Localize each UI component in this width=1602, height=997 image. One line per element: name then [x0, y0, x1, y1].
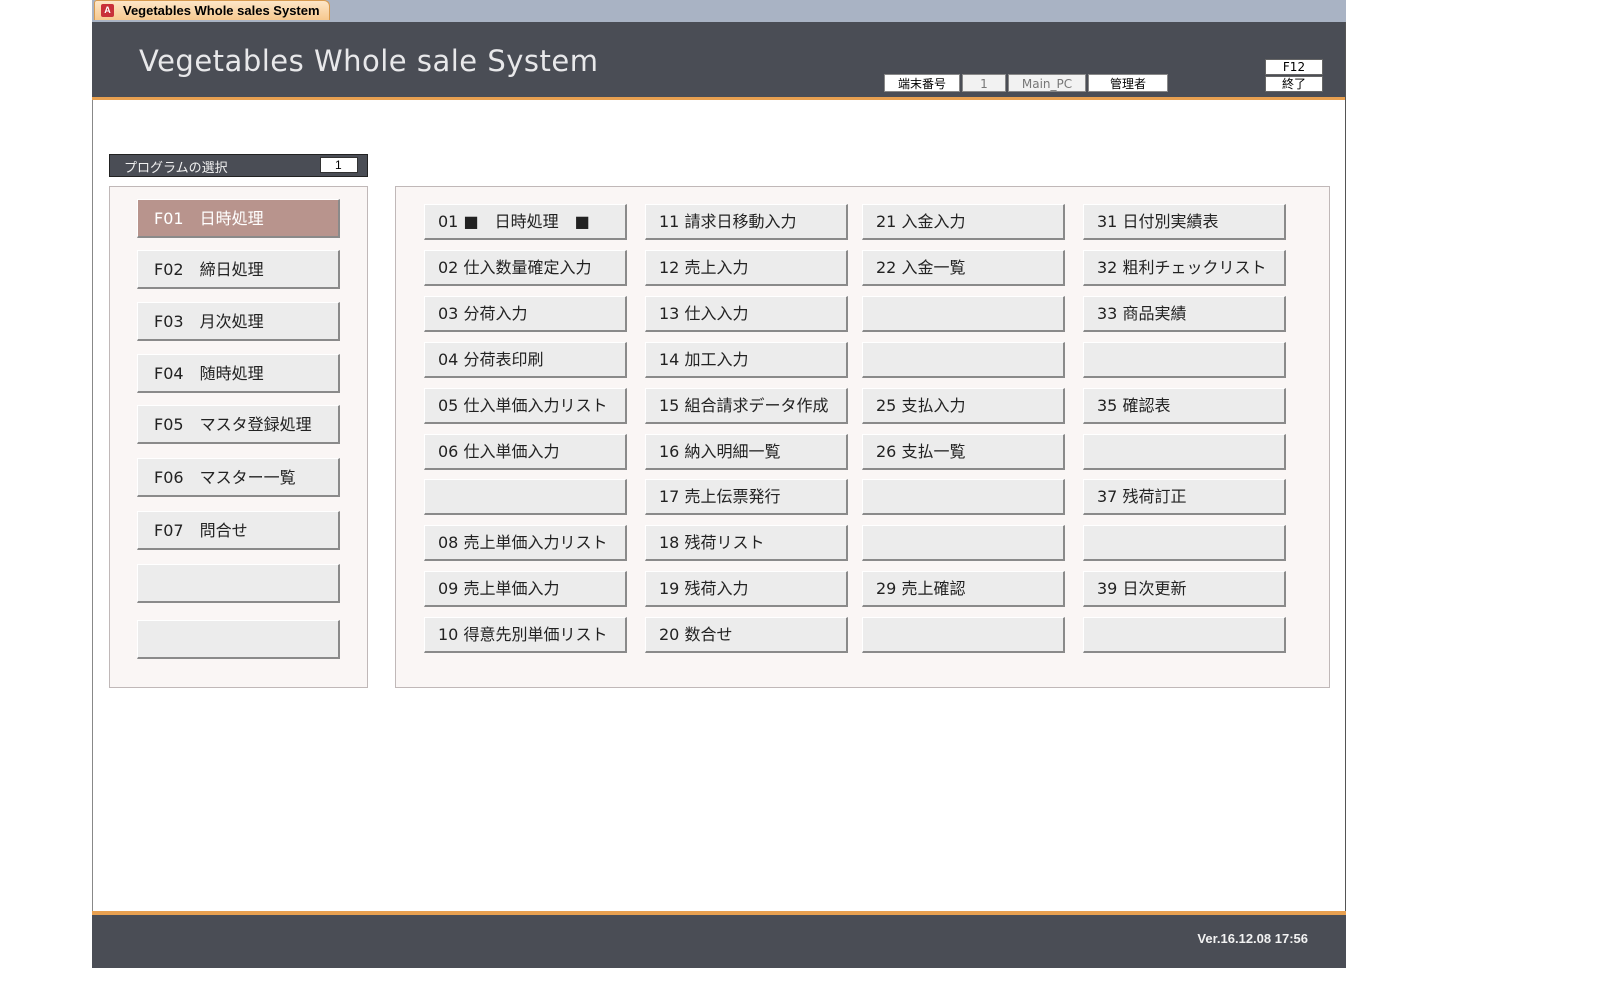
- program-button[interactable]: 03 分荷入力: [424, 296, 627, 332]
- machine-name: Main_PC: [1008, 74, 1086, 92]
- program-button[interactable]: 26 支払一覧: [862, 434, 1065, 470]
- program-button[interactable]: 31 日付別実績表: [1083, 204, 1286, 240]
- document-tab-title: Vegetables Whole sales System: [123, 3, 320, 18]
- program-grid-panel: 01 ■ 日時処理 ■ 11 請求日移動入力 21 入金入力 31 日付別実績表 02 …: [395, 186, 1330, 688]
- app-footer: Ver.16.12.08 17:56: [92, 911, 1346, 968]
- category-button[interactable]: F07 問合せ: [137, 511, 340, 550]
- category-button[interactable]: [137, 620, 340, 659]
- program-button[interactable]: 05 仕入単価入力リスト: [424, 388, 627, 424]
- program-button[interactable]: 29 売上確認: [862, 571, 1065, 607]
- program-button[interactable]: [862, 479, 1065, 515]
- program-button[interactable]: 18 残荷リスト: [645, 525, 848, 561]
- program-button[interactable]: 20 数合せ: [645, 617, 848, 653]
- program-button[interactable]: 12 売上入力: [645, 250, 848, 286]
- program-button[interactable]: 02 仕入数量確定入力: [424, 250, 627, 286]
- program-button[interactable]: 06 仕入単価入力: [424, 434, 627, 470]
- program-button[interactable]: [1083, 434, 1286, 470]
- version-label: Ver.16.12.08 17:56: [1197, 931, 1308, 946]
- app-header: Vegetables Whole sale System 端末番号 1 Main…: [92, 22, 1346, 100]
- program-select-bar: プログラムの選択 1: [109, 154, 368, 177]
- frame-border-right: [1345, 22, 1346, 968]
- program-button[interactable]: [424, 479, 627, 515]
- program-button[interactable]: 16 納入明細一覧: [645, 434, 848, 470]
- program-button[interactable]: 10 得意先別単価リスト: [424, 617, 627, 653]
- program-button[interactable]: 35 確認表: [1083, 388, 1286, 424]
- category-button[interactable]: F01 日時処理: [137, 199, 340, 238]
- program-button[interactable]: 13 仕入入力: [645, 296, 848, 332]
- app-window: A Vegetables Whole sales System Vegetabl…: [92, 0, 1346, 968]
- program-button[interactable]: 19 残荷入力: [645, 571, 848, 607]
- category-button[interactable]: [137, 564, 340, 603]
- document-tab-strip: A Vegetables Whole sales System: [92, 0, 1346, 22]
- document-tab[interactable]: A Vegetables Whole sales System: [94, 0, 330, 20]
- program-button[interactable]: 11 請求日移動入力: [645, 204, 848, 240]
- program-button[interactable]: [862, 617, 1065, 653]
- terminal-label: 端末番号: [884, 74, 960, 92]
- user-role: 管理者: [1088, 74, 1168, 92]
- program-select-input[interactable]: 1: [320, 157, 358, 173]
- category-button[interactable]: F02 締日処理: [137, 250, 340, 289]
- program-button[interactable]: 25 支払入力: [862, 388, 1065, 424]
- exit-label: 終了: [1265, 76, 1323, 92]
- program-button[interactable]: [1083, 617, 1286, 653]
- category-button[interactable]: F05 マスタ登録処理: [137, 405, 340, 444]
- app-title: Vegetables Whole sale System: [139, 44, 599, 78]
- category-panel: F01 日時処理 F02 締日処理 F03 月次処理 F04 随時処理 F05 マスタ登…: [109, 186, 368, 688]
- access-app-icon: A: [101, 4, 114, 17]
- category-button[interactable]: F04 随時処理: [137, 354, 340, 393]
- program-button[interactable]: 09 売上単価入力: [424, 571, 627, 607]
- program-button[interactable]: 17 売上伝票発行: [645, 479, 848, 515]
- program-button[interactable]: [1083, 342, 1286, 378]
- program-button[interactable]: 04 分荷表印刷: [424, 342, 627, 378]
- program-button[interactable]: 15 組合請求データ作成: [645, 388, 848, 424]
- program-button[interactable]: 01 ■ 日時処理 ■: [424, 204, 627, 240]
- frame-border-left: [92, 100, 93, 911]
- program-button[interactable]: 14 加工入力: [645, 342, 848, 378]
- program-button[interactable]: 21 入金入力: [862, 204, 1065, 240]
- program-button[interactable]: 37 残荷訂正: [1083, 479, 1286, 515]
- program-button[interactable]: 39 日次更新: [1083, 571, 1286, 607]
- program-button[interactable]: 22 入金一覧: [862, 250, 1065, 286]
- f12-key-label: F12: [1265, 59, 1323, 75]
- program-button[interactable]: [862, 525, 1065, 561]
- category-button[interactable]: F06 マスター一覧: [137, 458, 340, 497]
- terminal-number: 1: [962, 74, 1006, 92]
- program-button[interactable]: 08 売上単価入力リスト: [424, 525, 627, 561]
- program-button[interactable]: [862, 342, 1065, 378]
- exit-button[interactable]: F12 終了: [1265, 59, 1323, 93]
- program-button[interactable]: 32 粗利チェックリスト: [1083, 250, 1286, 286]
- program-button[interactable]: [862, 296, 1065, 332]
- program-button[interactable]: 33 商品実績: [1083, 296, 1286, 332]
- program-button[interactable]: [1083, 525, 1286, 561]
- program-select-label: プログラムの選択: [124, 161, 228, 176]
- category-button[interactable]: F03 月次処理: [137, 302, 340, 341]
